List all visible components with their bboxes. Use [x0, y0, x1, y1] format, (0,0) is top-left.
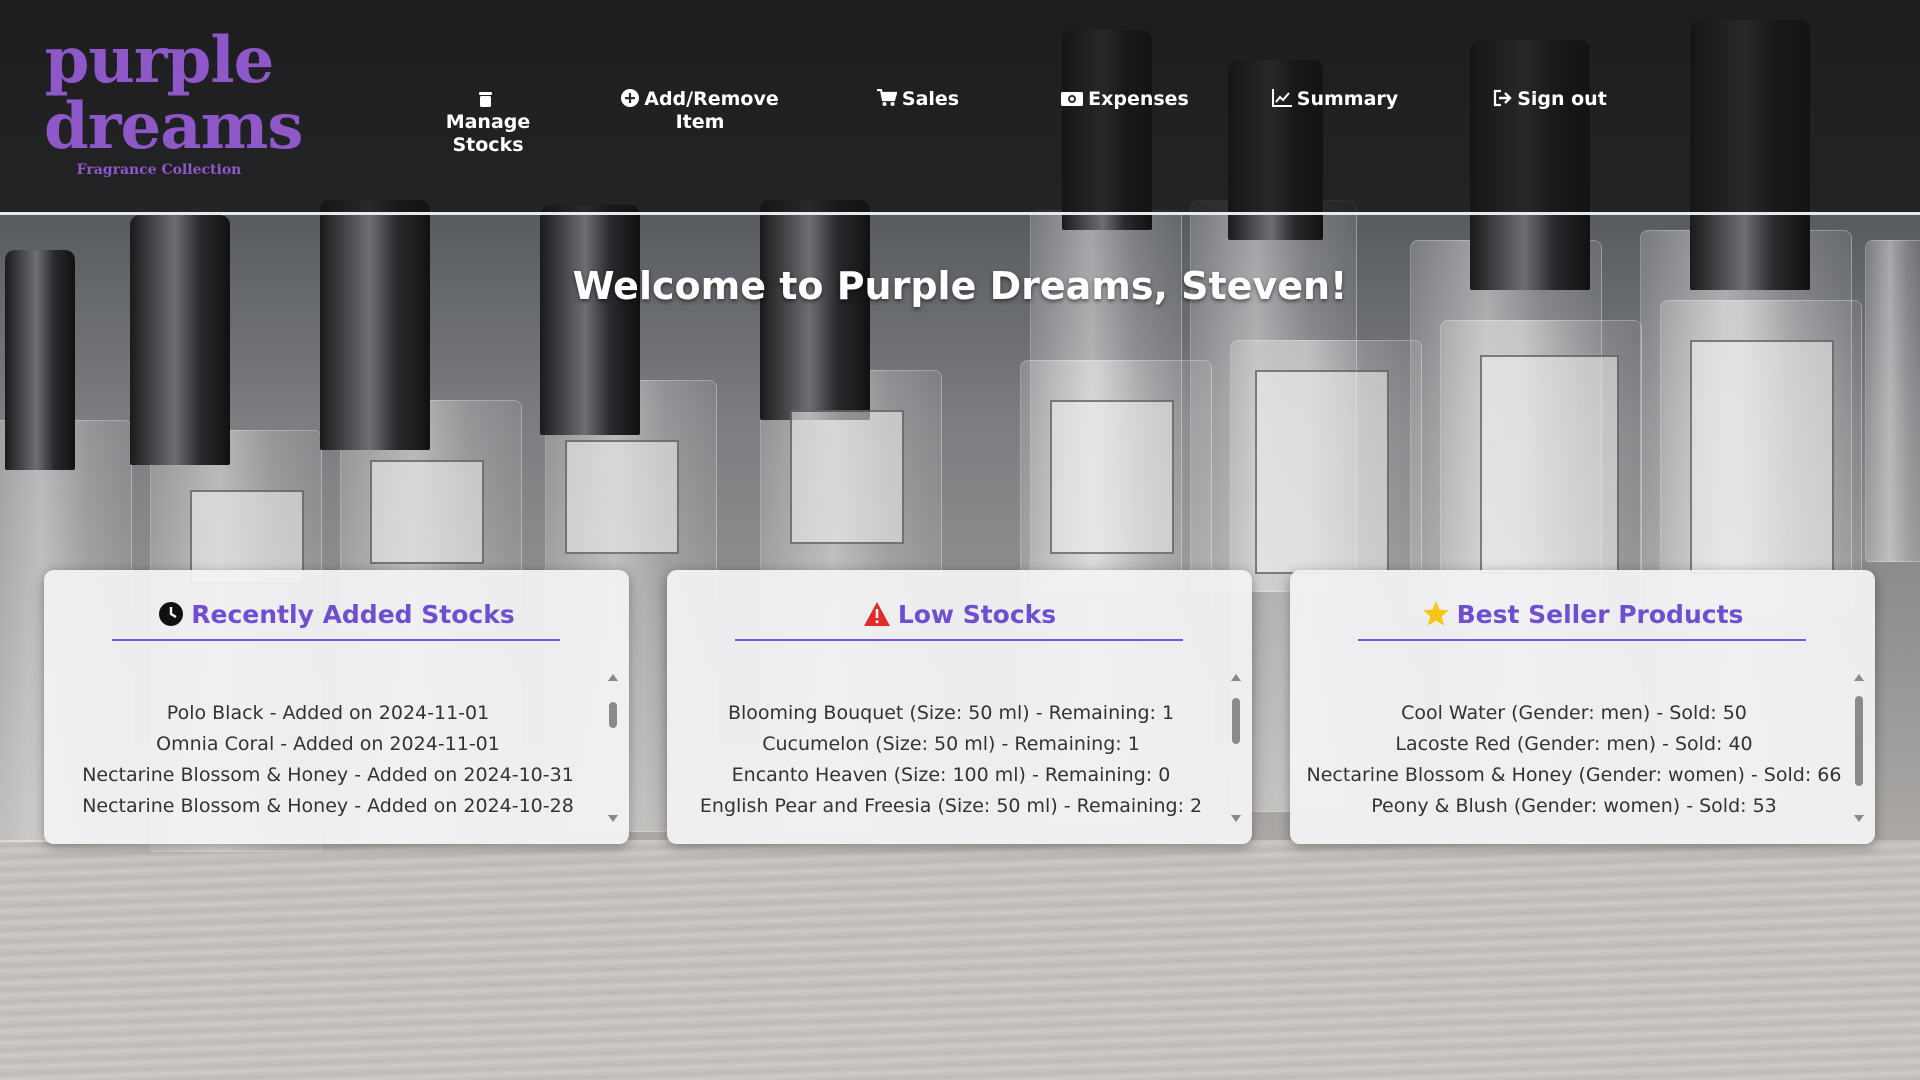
sign-out-icon — [1494, 89, 1512, 107]
best-sellers-list: Cool Water (Gender: men) - Sold: 50 Laco… — [1304, 698, 1844, 822]
scroll-down-arrow-icon[interactable] — [1231, 815, 1241, 822]
card-divider — [735, 639, 1183, 641]
list-scrollbar[interactable] — [607, 674, 619, 822]
line-chart-icon — [1271, 89, 1292, 107]
card-title: Best Seller Products — [1290, 600, 1875, 629]
card-title-text: Recently Added Stocks — [191, 600, 515, 629]
nav-add-remove-item[interactable]: Add/Remove Item — [620, 88, 780, 134]
card-title: Low Stocks — [667, 600, 1252, 629]
star-icon — [1422, 601, 1449, 626]
scroll-down-arrow-icon[interactable] — [1854, 815, 1864, 822]
list-item: Cucumelon (Size: 50 ml) - Remaining: 1 — [762, 733, 1140, 755]
brand-logo-line1: purple — [44, 23, 275, 98]
background-bottle-cap — [540, 205, 640, 435]
card-title: Recently Added Stocks — [44, 600, 629, 629]
card-recently-added-stocks: Recently Added Stocks Polo Black - Added… — [44, 570, 629, 844]
list-item: Blooming Bouquet (Size: 50 ml) - Remaini… — [727, 702, 1175, 724]
background-bottle-label — [370, 460, 484, 564]
card-best-seller-products: Best Seller Products Cool Water (Gender:… — [1290, 570, 1875, 844]
card-low-stocks: Low Stocks Blooming Bouquet (Size: 50 ml… — [667, 570, 1252, 844]
recent-stocks-list: Polo Black - Added on 2024-11-01 Omnia C… — [58, 698, 598, 822]
nav-sign-out-label: Sign out — [1517, 88, 1607, 110]
list-item: Nectarine Blossom & Honey (Gender: women… — [1306, 764, 1842, 786]
background-bottle-cap — [760, 200, 870, 420]
list-scrollbar[interactable] — [1853, 674, 1865, 822]
background-bottle-label — [1480, 355, 1619, 574]
scrollbar-thumb[interactable] — [609, 702, 617, 728]
card-title-text: Best Seller Products — [1456, 600, 1744, 629]
low-stocks-list: Blooming Bouquet (Size: 50 ml) - Remaini… — [681, 698, 1221, 822]
background-bottle-cap — [320, 200, 430, 450]
list-item: Polo Black - Added on 2024-11-01 — [166, 702, 490, 724]
warning-icon — [863, 602, 890, 626]
scroll-down-arrow-icon[interactable] — [608, 815, 618, 822]
list-item: Peony & Blush (Gender: women) - Sold: 53 — [1371, 795, 1777, 817]
clock-icon — [159, 602, 184, 626]
nav-expenses[interactable]: Expenses — [1060, 88, 1190, 111]
list-item: Omnia Coral - Added on 2024-11-01 — [156, 733, 500, 755]
list-scrollbar[interactable] — [1230, 674, 1242, 822]
background-bottle-label — [1690, 340, 1834, 574]
scroll-up-arrow-icon[interactable] — [1231, 674, 1241, 681]
card-title-text: Low Stocks — [897, 600, 1057, 629]
background-floor — [0, 840, 1920, 1080]
nav-sales-label: Sales — [901, 88, 960, 110]
scrollbar-thumb[interactable] — [1232, 698, 1240, 744]
money-icon — [1061, 92, 1084, 106]
scroll-up-arrow-icon[interactable] — [608, 674, 618, 681]
background-bottle-label — [565, 440, 679, 554]
background-bottle-label — [790, 410, 904, 544]
card-divider — [112, 639, 560, 641]
cart-icon — [876, 88, 898, 106]
trash-icon — [479, 92, 492, 107]
nav-sign-out[interactable]: Sign out — [1490, 88, 1610, 111]
welcome-heading: Welcome to Purple Dreams, Steven! — [572, 264, 1348, 308]
scroll-up-arrow-icon[interactable] — [1854, 674, 1864, 681]
list-item: Nectarine Blossom & Honey - Added on 202… — [82, 764, 574, 786]
background-bottle-label — [1255, 370, 1389, 574]
list-item: Lacoste Red (Gender: men) - Sold: 40 — [1395, 733, 1753, 755]
nav-expenses-label: Expenses — [1088, 88, 1189, 110]
nav-manage-stocks-label: Manage Stocks — [445, 111, 531, 156]
list-item: Cool Water (Gender: men) - Sold: 50 — [1401, 702, 1747, 724]
nav-add-remove-item-label: Add/Remove Item — [644, 88, 779, 133]
plus-circle-icon — [621, 89, 640, 107]
background-bottle-cap — [130, 215, 230, 465]
nav-summary-label: Summary — [1296, 88, 1399, 110]
main-nav: Manage Stocks Add/Remove Item Sales Expe… — [0, 88, 1920, 156]
brand-tagline: Fragrance Collection — [76, 162, 242, 178]
nav-summary[interactable]: Summary — [1270, 88, 1400, 111]
top-navbar: purple dreams Fragrance Collection Manag… — [0, 0, 1920, 215]
card-divider — [1358, 639, 1806, 641]
list-item: Nectarine Blossom & Honey - Added on 202… — [82, 795, 574, 817]
scrollbar-thumb[interactable] — [1855, 696, 1863, 786]
list-item: Encanto Heaven (Size: 100 ml) - Remainin… — [731, 764, 1171, 786]
background-bottle-label — [1050, 400, 1174, 554]
list-item: English Pear and Freesia (Size: 50 ml) -… — [699, 795, 1203, 817]
nav-manage-stocks[interactable]: Manage Stocks — [438, 88, 538, 157]
nav-sales[interactable]: Sales — [868, 88, 968, 111]
